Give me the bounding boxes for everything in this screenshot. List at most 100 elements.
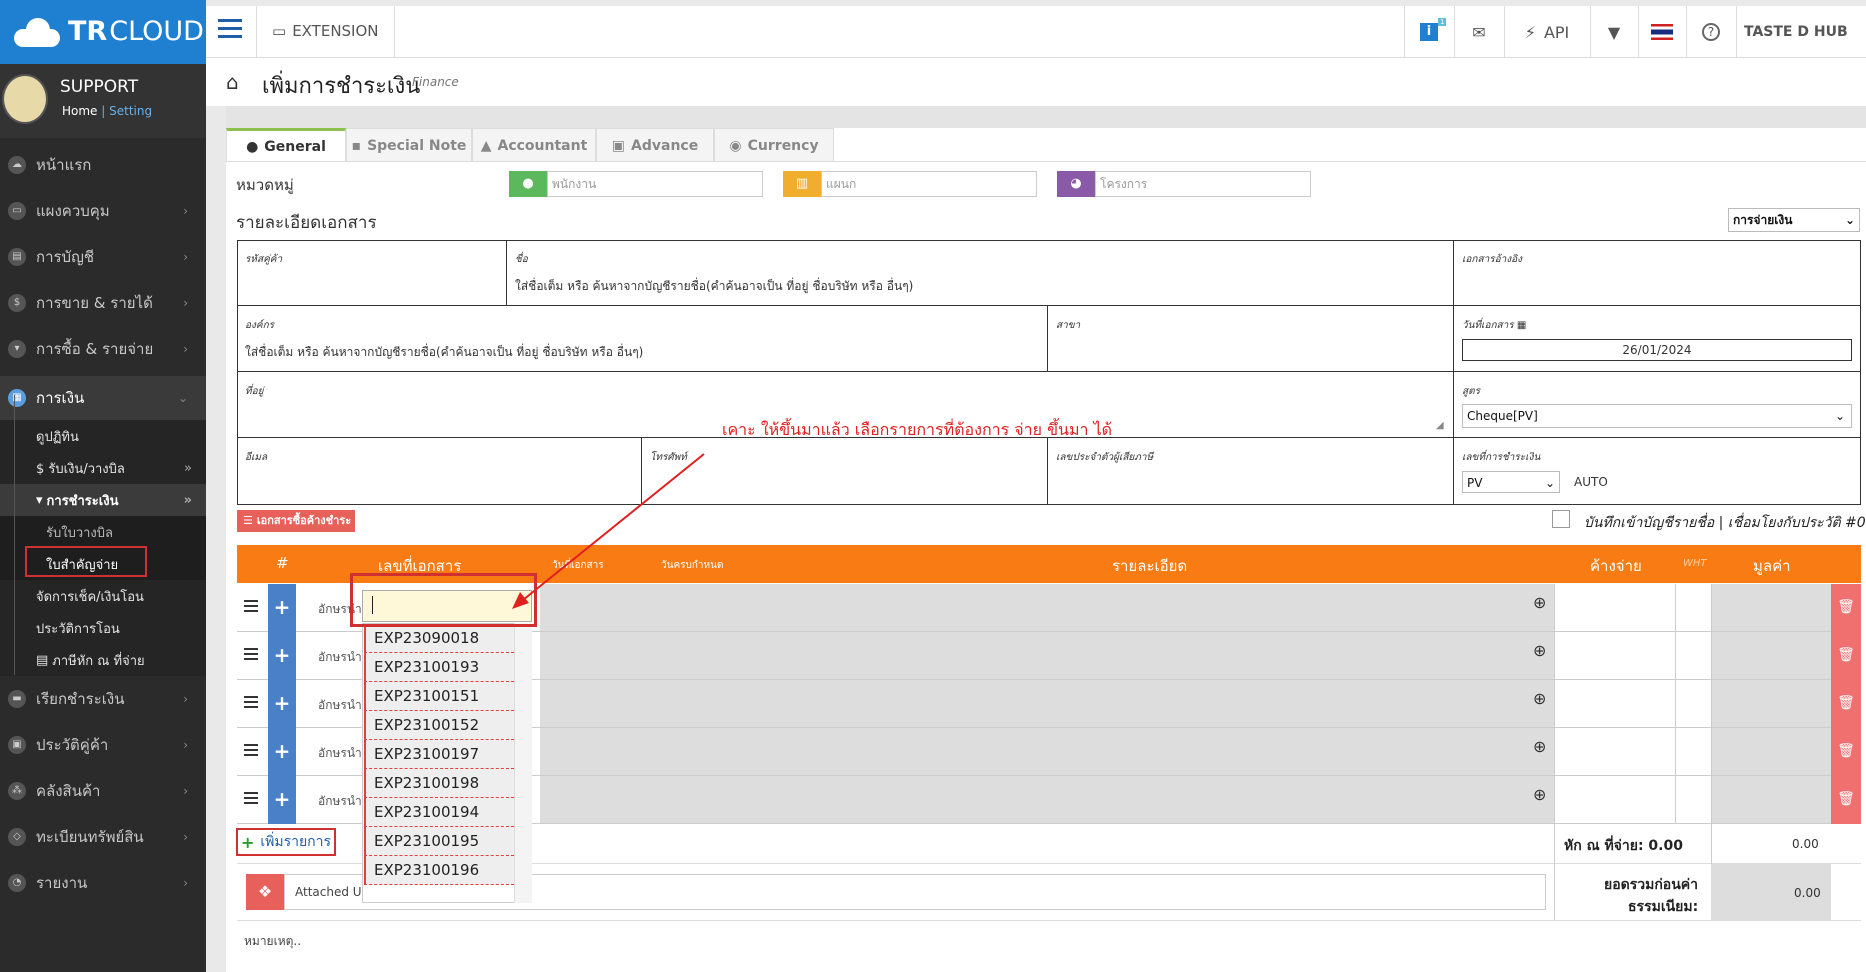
remark-field[interactable]: หมายเหตุ.. xyxy=(244,932,301,951)
double-chevron-right-icon: » xyxy=(184,460,192,476)
help-button[interactable]: ? xyxy=(1686,6,1736,58)
sidebar-sub-cheque[interactable]: จัดการเช็ค/เงินโอน xyxy=(0,580,206,612)
tab-general[interactable]: ● General xyxy=(226,128,346,162)
info-button[interactable]: i1 xyxy=(1404,6,1454,58)
sidebar-item-label: รายงาน xyxy=(36,874,88,892)
payno-prefix-select[interactable]: PV ⌄ xyxy=(1462,471,1560,493)
brand-name-bold: TR xyxy=(68,16,108,47)
delete-row-button[interactable]: 🗑 xyxy=(1831,584,1861,632)
department-field[interactable]: ▥ แผนก xyxy=(783,171,1037,197)
hamburger-menu-icon[interactable] xyxy=(218,19,242,39)
language-button[interactable] xyxy=(1638,6,1686,58)
resize-handle-icon[interactable]: ◢ xyxy=(1436,420,1444,431)
sidebar-sub-payment[interactable]: ▾ การชำระเงิน » xyxy=(0,484,206,516)
avatar[interactable] xyxy=(2,74,48,124)
zoom-icon[interactable]: ⊕ xyxy=(1533,737,1546,756)
add-sub-button[interactable]: + xyxy=(268,632,296,680)
sidebar-sub-wht[interactable]: ▤ ภาษีหัก ณ ที่จ่าย xyxy=(0,644,206,676)
dropdown-option[interactable]: EXP23100197 xyxy=(364,740,514,769)
org-cell[interactable] xyxy=(237,306,1048,372)
chevron-right-icon: › xyxy=(183,250,188,264)
vendor-code-cell[interactable] xyxy=(237,240,507,306)
name-input[interactable]: ใส่ชื่อเต็ม หรือ ค้นหาจากบัญชีรายชื่อ(คำ… xyxy=(515,277,913,296)
home-icon[interactable]: ⌂ xyxy=(226,70,239,94)
save-contact-checkbox[interactable] xyxy=(1552,510,1570,528)
sidebar-item-sales[interactable]: $ การขาย & รายได้ › xyxy=(0,280,206,326)
chevron-right-icon: › xyxy=(183,692,188,706)
employee-field[interactable]: ● พนักงาน xyxy=(509,171,763,197)
drag-handle-icon[interactable] xyxy=(244,696,258,710)
dropdown-option[interactable]: EXP23100152 xyxy=(364,711,514,740)
org-input[interactable]: ใส่ชื่อเต็ม หรือ ค้นหาจากบัญชีรายชื่อ(คำ… xyxy=(245,343,643,362)
sidebar-item-assets[interactable]: ◇ ทะเบียนทรัพย์สิน › xyxy=(0,814,206,860)
dropdown-option[interactable]: EXP23100151 xyxy=(364,682,514,711)
sidebar-item-dashboard[interactable]: ▭ แผงควบคุม › xyxy=(0,188,206,234)
add-sub-button[interactable]: + xyxy=(268,584,296,632)
add-sub-button[interactable]: + xyxy=(268,728,296,776)
project-field[interactable]: ◕ โครงการ xyxy=(1057,171,1311,197)
zoom-icon[interactable]: ⊕ xyxy=(1533,593,1546,612)
tab-currency[interactable]: ◉ Currency xyxy=(714,128,834,162)
sidebar-item-purchase[interactable]: ▾ การซื้อ & รายจ่าย › xyxy=(0,326,206,372)
branch-cell[interactable] xyxy=(1048,306,1454,372)
delete-row-button[interactable]: 🗑 xyxy=(1831,728,1861,776)
add-sub-button[interactable]: + xyxy=(268,776,296,824)
name-cell[interactable] xyxy=(507,240,1454,306)
drag-handle-icon[interactable] xyxy=(244,600,258,614)
extension-button[interactable]: ▭ EXTENSION xyxy=(272,22,379,40)
dropdown-option[interactable]: EXP23100194 xyxy=(364,798,514,827)
taxid-cell[interactable] xyxy=(1048,438,1454,505)
drag-handle-icon[interactable] xyxy=(244,792,258,806)
delete-row-button[interactable]: 🗑 xyxy=(1831,632,1861,680)
delete-row-button[interactable]: 🗑 xyxy=(1831,680,1861,728)
sidebar-item-reports[interactable]: ◔ รายงาน › xyxy=(0,860,206,906)
tab-label: Advance xyxy=(631,137,699,154)
dropdown-option[interactable]: EXP23100195 xyxy=(364,827,514,856)
home-link[interactable]: Home xyxy=(62,104,97,118)
dropdown-option[interactable]: EXP23100198 xyxy=(364,769,514,798)
sidebar-sub-receive[interactable]: $ รับเงิน/วางบิล » xyxy=(0,452,206,484)
sidebar-sub-calendar[interactable]: ดูปฏิทิน xyxy=(0,420,206,452)
drag-handle-icon[interactable] xyxy=(244,744,258,758)
tab-special-note[interactable]: ▪ Special Note xyxy=(346,128,472,162)
doc-type-select[interactable]: การจ่ายเงิน ⌄ xyxy=(1728,208,1860,232)
dropdown-option[interactable]: EXP23090018 xyxy=(364,624,514,653)
zoom-icon[interactable]: ⊕ xyxy=(1533,641,1546,660)
tab-accountant[interactable]: ▲ Accountant xyxy=(472,128,596,162)
api-button[interactable]: ⚡ API xyxy=(1504,6,1590,58)
date-input[interactable]: 26/01/2024 xyxy=(1462,339,1852,361)
dropbox-icon[interactable]: ❖ xyxy=(246,874,284,910)
formula-select[interactable]: Cheque[PV] ⌄ xyxy=(1462,404,1852,428)
pending-purchase-button[interactable]: ☰ เอกสารซื้อค้างชำระ xyxy=(237,510,355,532)
dropdown-button[interactable]: ▼ xyxy=(1590,6,1638,58)
zoom-icon[interactable]: ⊕ xyxy=(1533,785,1546,804)
divider xyxy=(256,6,257,58)
zoom-icon[interactable]: ⊕ xyxy=(1533,689,1546,708)
mail-button[interactable]: ✉ xyxy=(1454,6,1504,58)
department-placeholder: แผนก xyxy=(821,171,1037,197)
sidebar-item-home[interactable]: ☁ หน้าแรก xyxy=(0,142,206,188)
sidebar-sub-label: ประวัติการโอน xyxy=(36,621,120,637)
drag-handle-icon[interactable] xyxy=(244,648,258,662)
add-row-button[interactable]: + เพิ่มรายการ xyxy=(236,828,336,856)
sidebar-sub-transfer-history[interactable]: ประวัติการโอน xyxy=(0,612,206,644)
ref-cell[interactable] xyxy=(1454,240,1861,306)
dropdown-option[interactable]: EXP23100193 xyxy=(364,653,514,682)
sidebar-sub-label: การชำระเงิน xyxy=(46,493,119,509)
sidebar-item-inventory[interactable]: ⁂ คลังสินค้า › xyxy=(0,768,206,814)
add-sub-button[interactable]: + xyxy=(268,680,296,728)
company-name[interactable]: TASTE D HUB xyxy=(1744,6,1866,58)
tab-advance[interactable]: ▣ Advance xyxy=(596,128,714,162)
brand-logo[interactable]: TR CLOUD xyxy=(0,0,206,64)
sidebar-item-partner-history[interactable]: ▣ ประวัติคู่ค้า › xyxy=(0,722,206,768)
tab-label: General xyxy=(264,138,326,155)
dropdown-scrollbar[interactable] xyxy=(514,623,532,903)
sidebar-item-finance[interactable]: ▦ การเงิน ⌄ xyxy=(0,376,206,420)
dropdown-option[interactable]: EXP23100196 xyxy=(364,856,514,885)
sidebar-item-accounting[interactable]: ▤ การบัญชี › xyxy=(0,234,206,280)
row-prefix: อักษรนำ xyxy=(318,746,362,760)
setting-link[interactable]: Setting xyxy=(109,104,152,118)
delete-row-button[interactable]: 🗑 xyxy=(1831,776,1861,824)
sidebar-item-billing[interactable]: ▬ เรียกชำระเงิน › xyxy=(0,676,206,722)
sidebar-sub-receive-bill[interactable]: รับใบวางบิล xyxy=(0,516,206,548)
